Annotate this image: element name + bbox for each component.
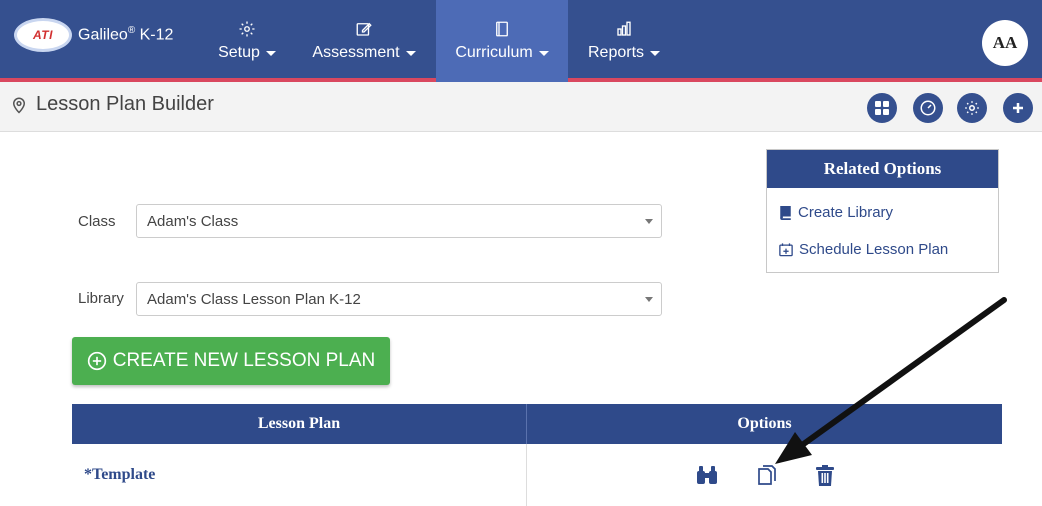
book-icon (780, 205, 791, 220)
library-select[interactable]: Adam's Class Lesson Plan K-12 (136, 282, 662, 316)
trash-icon[interactable] (815, 464, 834, 486)
dashboard-icon (875, 101, 889, 115)
create-lesson-plan-label: CREATE NEW LESSON PLAN (112, 350, 376, 371)
nav-reports[interactable]: Reports (576, 0, 672, 82)
gauge-icon (920, 100, 936, 116)
lesson-plan-table: Lesson Plan Options *Template (72, 404, 1002, 506)
schedule-lesson-plan-link[interactable]: Schedule Lesson Plan (779, 241, 948, 258)
binoculars-icon[interactable] (696, 465, 718, 485)
library-select-value: Adam's Class Lesson Plan K-12 (147, 291, 361, 308)
plus-icon (1013, 103, 1023, 113)
chevron-down-icon (405, 50, 416, 56)
library-label: Library (78, 290, 124, 307)
class-label: Class (78, 213, 116, 230)
settings-icon (965, 101, 979, 115)
table-header: Lesson Plan Options (72, 404, 1002, 444)
book-icon (496, 21, 508, 37)
nav-setup[interactable]: Setup (204, 0, 290, 82)
app-logo[interactable]: ATI Galileo® K-12 (14, 18, 173, 52)
product-name: Galileo® K-12 (78, 25, 174, 44)
related-options-title: Related Options (767, 150, 998, 188)
chevron-down-icon (645, 297, 653, 302)
edit-icon (356, 22, 372, 36)
user-avatar[interactable]: AA (982, 20, 1028, 66)
top-navbar: ATI Galileo® K-12 Setup Assessment Curri… (0, 0, 1042, 82)
page-title: Lesson Plan Builder (10, 93, 214, 116)
chevron-down-icon (645, 219, 653, 224)
nav-assessment[interactable]: Assessment (296, 0, 432, 82)
lesson-plan-name-link[interactable]: *Template (72, 466, 155, 484)
calendar-plus-icon (779, 243, 793, 257)
chevron-down-icon (650, 50, 661, 56)
column-header-options: Options (737, 415, 792, 432)
create-library-link[interactable]: Create Library (779, 204, 893, 221)
class-select[interactable]: Adam's Class (136, 204, 662, 238)
nav-setup-label: Setup (218, 44, 260, 61)
settings-button[interactable] (957, 93, 987, 123)
plus-circle-icon (87, 351, 106, 371)
nav-curriculum[interactable]: Curriculum (436, 0, 568, 82)
related-options-panel: Related Options Create Library Schedule … (766, 149, 999, 273)
chevron-down-icon (538, 50, 549, 56)
column-header-lesson-plan: Lesson Plan (72, 404, 527, 444)
schedule-lesson-plan-text: Schedule Lesson Plan (799, 241, 949, 258)
bar-chart-icon (617, 21, 631, 36)
page-title-text: Lesson Plan Builder (36, 93, 214, 115)
create-library-text: Create Library (798, 204, 894, 221)
gauge-button[interactable] (913, 93, 943, 123)
page-header: Lesson Plan Builder (0, 82, 1042, 132)
location-pin-icon (12, 97, 26, 114)
copy-icon[interactable] (756, 464, 778, 486)
nav-curriculum-label: Curriculum (455, 44, 533, 61)
add-button[interactable] (1003, 93, 1033, 123)
chevron-down-icon (265, 50, 276, 56)
nav-reports-label: Reports (587, 44, 645, 61)
class-select-value: Adam's Class (147, 213, 239, 230)
ati-logo-icon: ATI (14, 18, 72, 52)
dashboard-button[interactable] (867, 93, 897, 123)
gear-icon (239, 21, 255, 37)
table-row: *Template (72, 444, 1002, 506)
create-lesson-plan-button[interactable]: CREATE NEW LESSON PLAN (72, 337, 390, 385)
nav-assessment-label: Assessment (312, 44, 400, 61)
